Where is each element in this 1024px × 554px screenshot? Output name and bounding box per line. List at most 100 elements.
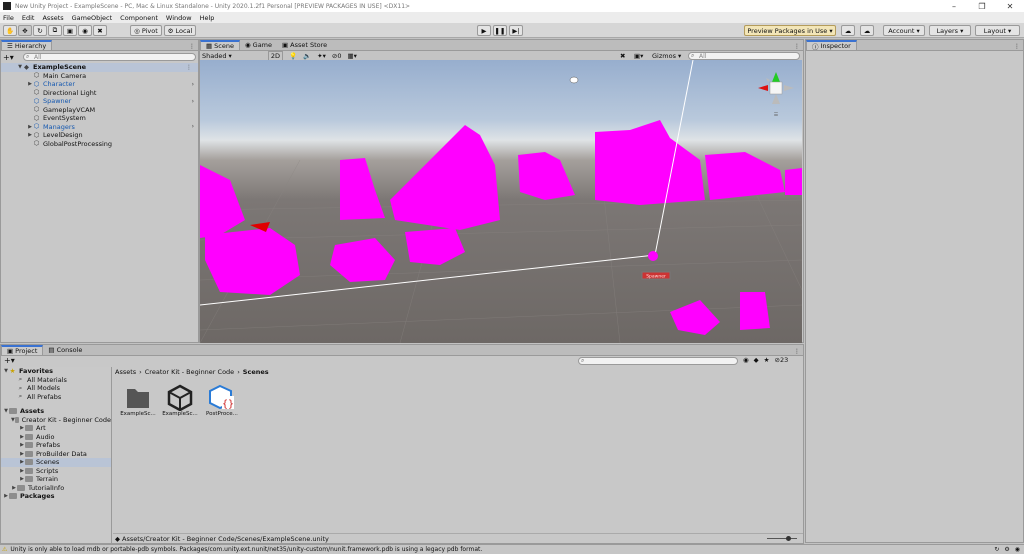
favorite-item[interactable]: ⌕ All Models [1, 384, 111, 393]
folder-tree-item[interactable]: ▶ Scenes [1, 458, 111, 467]
scene-orientation-gizmo[interactable]: ☰ [758, 72, 794, 118]
menu-assets[interactable]: Assets [42, 14, 63, 22]
hierarchy-menu-icon[interactable]: ⋮ [189, 43, 195, 50]
close-button[interactable]: ✕ [996, 2, 1024, 11]
effects-toggle-icon[interactable]: ✦▾ [317, 52, 326, 60]
assets-row[interactable]: ▼ Assets [1, 407, 111, 416]
hierarchy-item[interactable]: ⬡ EventSystem [1, 114, 198, 123]
folder-tree-item[interactable]: ▶ ProBuilder Data [1, 450, 111, 459]
menu-component[interactable]: Component [120, 14, 158, 22]
breadcrumb-creator-kit[interactable]: Creator Kit - Beginner Code [145, 368, 234, 376]
account-dropdown[interactable]: Account ▾ [883, 25, 925, 36]
breadcrumb-assets[interactable]: Assets [115, 368, 136, 376]
layout-dropdown[interactable]: Layout ▾ [975, 25, 1020, 36]
preview-packages-button[interactable]: Preview Packages in Use ▾ [744, 25, 836, 36]
rotate-tool-icon[interactable]: ↻ [33, 25, 47, 36]
scene-viewport[interactable]: Spawner ☰ [200, 60, 802, 343]
gizmo-center-cube[interactable] [769, 81, 783, 95]
menu-file[interactable]: File [3, 14, 14, 22]
favorite-item[interactable]: ⌕ All Prefabs [1, 393, 111, 402]
tab-console[interactable]: ▤ Console [43, 345, 87, 355]
hierarchy-search-input[interactable]: All [23, 53, 196, 61]
tab-scene[interactable]: ▦ Scene [200, 40, 240, 50]
hierarchy-item[interactable]: ▶ ⬡ Character › [1, 80, 198, 89]
transform-tool-icon[interactable]: ◉ [78, 25, 92, 36]
prefab-open-icon[interactable]: › [192, 81, 194, 88]
cloud-icon[interactable]: ☁ [860, 25, 874, 36]
scene-root-row[interactable]: ▼ ◆ ExampleScene ⋮ [1, 63, 198, 72]
light-gizmo-icon[interactable] [569, 76, 579, 84]
shading-dropdown[interactable]: Shaded ▾ [202, 52, 232, 60]
hierarchy-item[interactable]: ⬡ Main Camera [1, 72, 198, 81]
prefab-open-icon[interactable]: › [192, 123, 194, 130]
folder-tree-item[interactable]: ▼ Creator Kit - Beginner Code [1, 416, 111, 425]
menu-edit[interactable]: Edit [22, 14, 35, 22]
step-button[interactable]: ▶| [509, 25, 523, 36]
lighting-toggle-icon[interactable]: 💡 [289, 52, 297, 60]
search-by-label-icon[interactable]: ◆ [754, 356, 759, 364]
y-axis-cone[interactable] [772, 72, 780, 82]
scale-tool-icon[interactable]: ⧉ [48, 25, 62, 36]
hidden-objects-icon[interactable]: ⊘0 [332, 52, 342, 60]
z-axis-cone[interactable] [766, 78, 770, 82]
tab-game[interactable]: ◉ Game [240, 40, 277, 50]
hierarchy-item[interactable]: ⬡ Directional Light [1, 89, 198, 98]
project-menu-icon[interactable]: ⋮ [794, 348, 800, 355]
menu-gameobject[interactable]: GameObject [72, 14, 113, 22]
collab-icon[interactable]: ☁ [841, 25, 855, 36]
camera-settings-icon[interactable]: ▣▾ [634, 52, 643, 60]
pivot-toggle[interactable]: ◎ Pivot [130, 25, 162, 36]
favorites-row[interactable]: ▼ ★ Favorites [1, 367, 111, 376]
folder-tree-item[interactable]: ▶ Scripts [1, 467, 111, 476]
minimize-button[interactable]: – [940, 2, 968, 11]
folder-tree-item[interactable]: ▶ Art [1, 424, 111, 433]
grid-toggle-icon[interactable]: ▦▾ [347, 52, 356, 60]
tab-project[interactable]: ▣ Project [1, 345, 44, 355]
folder-tree-item[interactable]: ▶ TutorialInfo [1, 484, 111, 493]
breadcrumb-scenes[interactable]: Scenes [243, 368, 269, 376]
move-tool-icon[interactable]: ✥ [18, 25, 32, 36]
pause-button[interactable]: ❚❚ [493, 25, 507, 36]
hidden-packages-icon[interactable]: ⊘23 [775, 356, 789, 364]
neg-y-axis-cone[interactable] [772, 94, 780, 104]
neg-x-axis-cone[interactable] [784, 85, 794, 91]
scene-search-input[interactable]: All [688, 52, 800, 60]
tab-hierarchy[interactable]: ☰ Hierarchy [1, 40, 53, 50]
maximize-button[interactable]: ❐ [968, 2, 996, 11]
asset-item[interactable]: ExampleSc... [159, 383, 201, 417]
scene-menu-icon[interactable]: ⋮ [794, 43, 800, 50]
tab-inspector[interactable]: ⓘ Inspector [806, 40, 857, 51]
layers-dropdown[interactable]: Layers ▾ [929, 25, 971, 36]
folder-tree-item[interactable]: ▶ Audio [1, 433, 111, 442]
asset-item[interactable]: ExampleSc... [117, 383, 159, 417]
status-message[interactable]: Unity is only able to load mdb or portab… [10, 546, 482, 553]
play-button[interactable]: ▶ [477, 25, 491, 36]
rect-tool-icon[interactable]: ▣ [63, 25, 77, 36]
packages-row[interactable]: ▶ Packages [1, 492, 111, 501]
hierarchy-item[interactable]: ▶ ⬡ Managers › [1, 123, 198, 132]
search-by-type-icon[interactable]: ◉ [743, 356, 749, 364]
local-toggle[interactable]: ⚙ Local [164, 25, 196, 36]
hierarchy-item[interactable]: ▶ ⬡ LevelDesign [1, 131, 198, 140]
create-button[interactable]: +▾ [3, 53, 15, 62]
slider-handle[interactable] [786, 536, 791, 541]
icon-size-slider[interactable] [767, 536, 797, 541]
folder-tree-item[interactable]: ▶ Terrain [1, 475, 111, 484]
asset-item[interactable]: {} PostProce... [201, 383, 243, 417]
inspector-menu-icon[interactable]: ⋮ [1014, 43, 1020, 50]
hierarchy-item[interactable]: ⬡ GameplayVCAM [1, 106, 198, 115]
folder-tree-item[interactable]: ▶ Prefabs [1, 441, 111, 450]
menu-help[interactable]: Help [200, 14, 215, 22]
scene-menu-icon[interactable]: ⋮ [186, 64, 192, 71]
scene-canvas[interactable]: Spawner ☰ [200, 60, 802, 343]
x-axis-cone[interactable] [758, 85, 768, 91]
tab-asset-store[interactable]: ▣ Asset Store [277, 40, 332, 50]
gizmos-dropdown[interactable]: Gizmos ▾ [652, 52, 681, 60]
hierarchy-item[interactable]: ⬡ GlobalPostProcessing [1, 140, 198, 149]
menu-window[interactable]: Window [166, 14, 192, 22]
favorite-star-icon[interactable]: ★ [764, 356, 770, 364]
gizmo-lock-icon[interactable]: ☰ [774, 112, 779, 118]
custom-tool-icon[interactable]: ✖ [93, 25, 107, 36]
project-create-button[interactable]: +▾ [4, 356, 15, 365]
project-search-input[interactable] [578, 357, 738, 365]
